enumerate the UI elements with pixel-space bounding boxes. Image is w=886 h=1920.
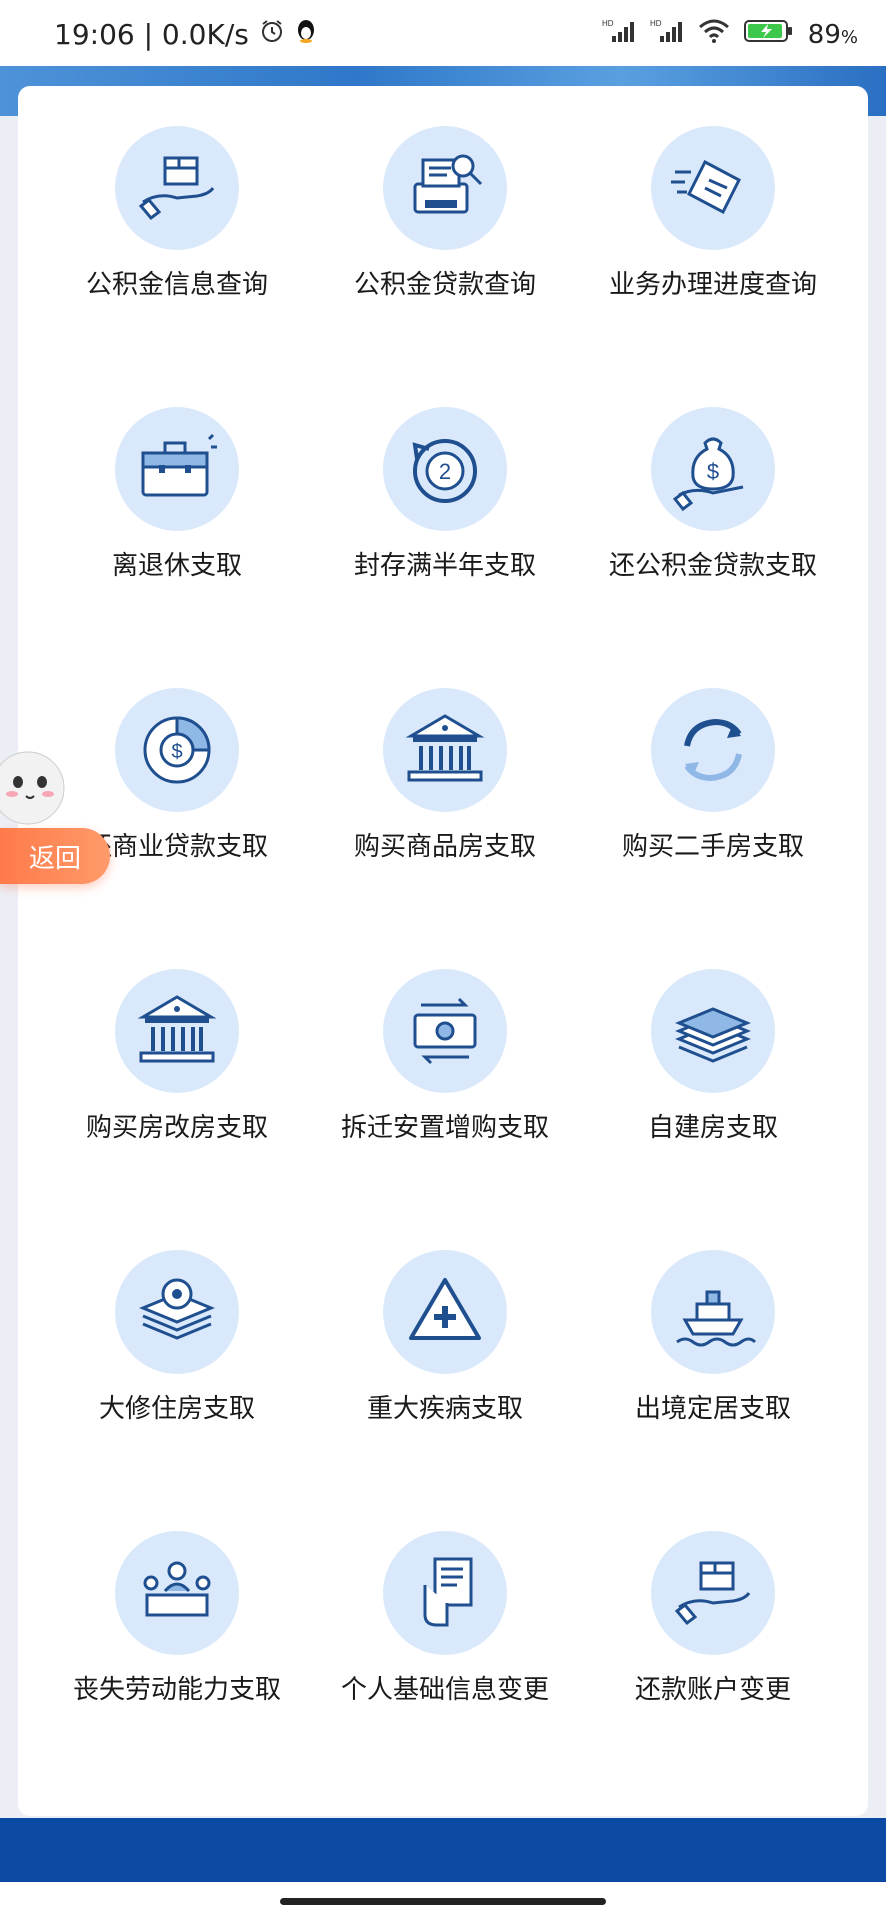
alarm-icon	[259, 18, 285, 51]
money-bag-hand-icon: $	[651, 407, 775, 531]
battery-percent: 89%	[807, 19, 858, 50]
medical-cross-icon	[383, 1250, 507, 1374]
service-tile-label: 购买商品房支取	[353, 832, 536, 862]
printer-search-icon	[383, 126, 507, 250]
qq-penguin-icon	[295, 18, 317, 51]
svg-text:$: $	[707, 459, 719, 484]
service-tile-label: 出境定居支取	[634, 1394, 791, 1424]
service-tile-label: 丧失劳动能力支取	[72, 1675, 281, 1705]
circular-arrow-2-icon: 2	[383, 407, 507, 531]
service-tile-label: 个人基础信息变更	[340, 1675, 549, 1705]
bank-building-icon	[115, 969, 239, 1093]
svg-text:HD: HD	[602, 19, 614, 28]
service-tile-label: 离退休支取	[111, 551, 242, 581]
service-tile-label: 业务办理进度查询	[608, 270, 817, 300]
service-tile[interactable]: 重大疾病支取	[311, 1250, 579, 1531]
service-grid: 公积金信息查询 公积金贷款查询 业务办理进度查询离退休支取 2 封存满半年支取 $ 还公积金…	[18, 126, 868, 1812]
dollar-pie-icon: $	[115, 688, 239, 812]
service-tile[interactable]: 离退休支取	[43, 407, 311, 688]
service-tile[interactable]: 还款账户变更	[579, 1531, 847, 1812]
status-bar: 19:06 | 0.0K/s HD HD 89%	[0, 0, 886, 66]
service-tile[interactable]: 丧失劳动能力支取	[43, 1531, 311, 1812]
service-tile-label: 重大疾病支取	[366, 1394, 523, 1424]
service-tile-label: 拆迁安置增购支取	[340, 1113, 549, 1143]
service-tile[interactable]: 自建房支取	[579, 969, 847, 1250]
service-tile[interactable]: 出境定居支取	[579, 1250, 847, 1531]
wifi-icon	[698, 18, 730, 51]
service-tile-label: 还商业贷款支取	[85, 832, 268, 862]
service-tile-label: 购买二手房支取	[621, 832, 804, 862]
hand-box-icon	[115, 126, 239, 250]
service-tile-label: 公积金信息查询	[85, 270, 268, 300]
service-tile[interactable]: 购买二手房支取	[579, 688, 847, 969]
status-right: HD HD 89%	[602, 18, 858, 51]
service-card: 公积金信息查询 公积金贷款查询 业务办理进度查询离退休支取 2 封存满半年支取 $ 还公积金…	[18, 86, 868, 1816]
service-tile-label: 大修住房支取	[98, 1394, 255, 1424]
gear-layers-icon	[115, 1250, 239, 1374]
service-tile[interactable]: 2 封存满半年支取	[311, 407, 579, 688]
cash-stack-icon	[651, 969, 775, 1093]
bottom-bar	[0, 1818, 886, 1882]
signal-hd-icon: HD	[602, 18, 636, 51]
status-left: 19:06 | 0.0K/s	[54, 18, 317, 51]
hand-document-icon	[383, 1531, 507, 1655]
service-tile[interactable]: 购买房改房支取	[43, 969, 311, 1250]
svg-text:HD: HD	[650, 19, 662, 28]
svg-text:$: $	[171, 741, 182, 763]
service-tile-label: 公积金贷款查询	[353, 270, 536, 300]
meeting-people-icon	[115, 1531, 239, 1655]
ship-icon	[651, 1250, 775, 1374]
service-tile-label: 购买房改房支取	[85, 1113, 268, 1143]
service-tile[interactable]: 个人基础信息变更	[311, 1531, 579, 1812]
signal-hd-icon-2: HD	[650, 18, 684, 51]
mascot-icon[interactable]	[0, 740, 70, 830]
document-fast-icon	[651, 126, 775, 250]
bank-building-icon	[383, 688, 507, 812]
service-tile-label: 还公积金贷款支取	[608, 551, 817, 581]
service-tile-label: 自建房支取	[647, 1113, 778, 1143]
refresh-arrows-icon	[651, 688, 775, 812]
service-tile[interactable]: 业务办理进度查询	[579, 126, 847, 407]
service-tile[interactable]: 拆迁安置增购支取	[311, 969, 579, 1250]
battery-charging-icon	[743, 18, 794, 51]
service-tile-label: 还款账户变更	[634, 1675, 791, 1705]
service-tile-label: 封存满半年支取	[353, 551, 536, 581]
service-tile[interactable]: 大修住房支取	[43, 1250, 311, 1531]
svg-text:2: 2	[439, 459, 451, 484]
service-tile[interactable]: $ 还公积金贷款支取	[579, 407, 847, 688]
cash-exchange-icon	[383, 969, 507, 1093]
service-tile[interactable]: 公积金信息查询	[43, 126, 311, 407]
hand-box-icon	[651, 1531, 775, 1655]
home-indicator[interactable]	[280, 1898, 606, 1905]
status-time-speed: 19:06 | 0.0K/s	[54, 18, 249, 51]
back-button-label: 返回	[28, 843, 81, 874]
service-tile[interactable]: 公积金贷款查询	[311, 126, 579, 407]
briefcase-icon	[115, 407, 239, 531]
back-button[interactable]: 返回	[0, 828, 110, 884]
service-tile[interactable]: 购买商品房支取	[311, 688, 579, 969]
